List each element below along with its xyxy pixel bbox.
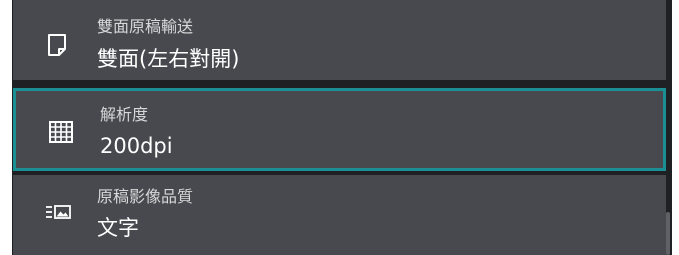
setting-title: 原稿影像品質 — [97, 187, 194, 206]
setting-value: 雙面(左右對開) — [97, 47, 240, 71]
setting-image-quality[interactable]: 原稿影像品質 文字 — [13, 175, 666, 255]
setting-value: 文字 — [97, 216, 139, 240]
scrollbar[interactable] — [666, 212, 670, 255]
grid-icon — [49, 121, 73, 143]
document-page-icon — [48, 34, 66, 56]
settings-list: 雙面原稿輸送 雙面(左右對開) 解析度 200dpi 原稿影像品質 文字 — [12, 0, 672, 255]
setting-resolution[interactable]: 解析度 200dpi — [13, 88, 666, 171]
setting-title: 雙面原稿輸送 — [97, 17, 194, 36]
setting-value: 200dpi — [100, 134, 173, 158]
setting-title: 解析度 — [100, 105, 149, 124]
text-image-icon — [46, 205, 71, 219]
setting-duplex-feed[interactable]: 雙面原稿輸送 雙面(左右對開) — [13, 0, 666, 80]
